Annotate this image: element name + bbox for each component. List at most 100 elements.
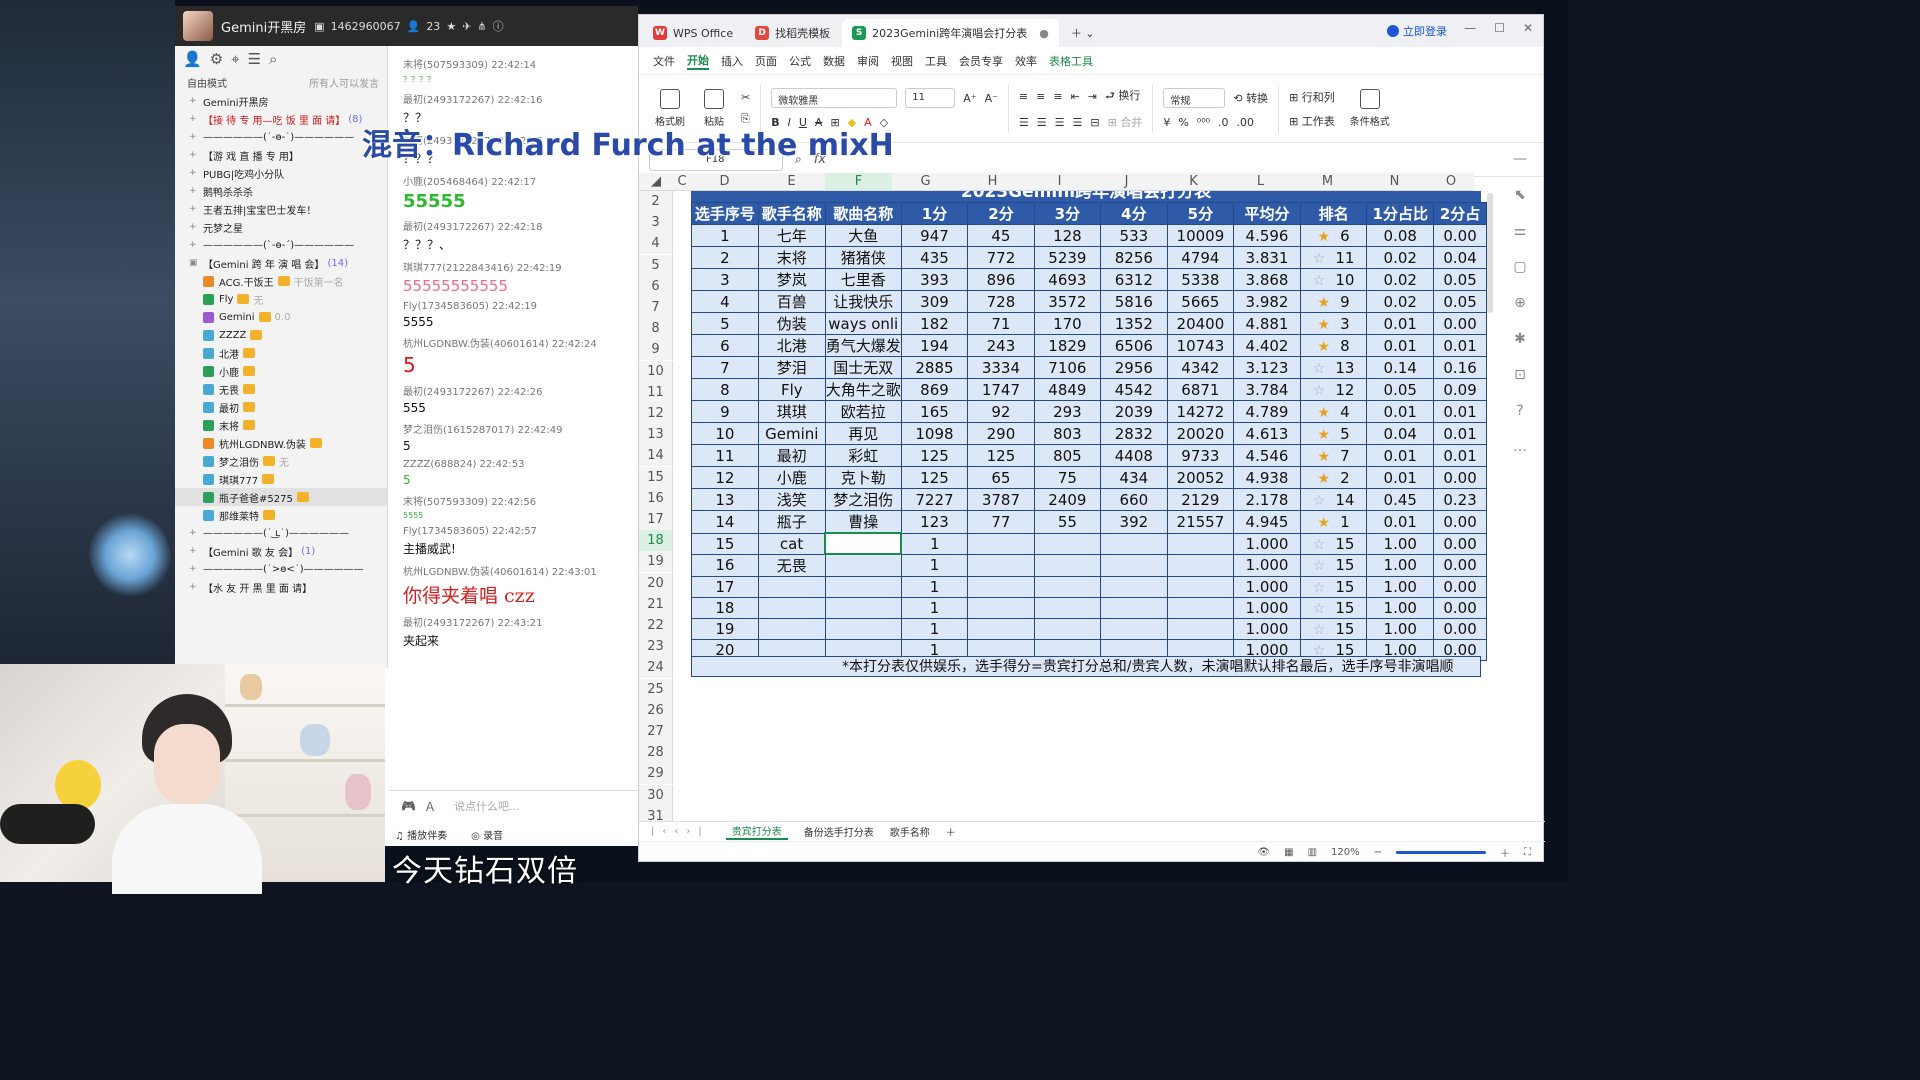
table-cell[interactable]: 1.000 xyxy=(1233,575,1301,598)
channel-item[interactable]: + PUBG|吃鸡小分队 xyxy=(175,164,387,182)
row-header[interactable]: 6 xyxy=(639,275,673,297)
table-cell[interactable] xyxy=(1166,553,1235,577)
table-cell[interactable]: 728 xyxy=(967,290,1035,313)
thousands-icon[interactable]: ⁰⁰⁰ xyxy=(1197,116,1210,129)
channel-item[interactable]: + 【游 戏 直 播 专 用】 xyxy=(175,146,387,164)
table-cell[interactable]: 16 xyxy=(691,553,759,577)
table-cell[interactable]: 7227 xyxy=(900,488,969,511)
add-sheet-button[interactable]: ＋ xyxy=(946,824,956,839)
vertical-scrollbar[interactable] xyxy=(1487,193,1493,313)
table-cell[interactable]: cat xyxy=(757,532,826,555)
table-cell[interactable]: 0.16 xyxy=(1433,356,1487,379)
table-cell[interactable]: 2129 xyxy=(1166,488,1235,511)
table-cell[interactable]: 2409 xyxy=(1033,488,1102,511)
header-cell[interactable]: 2分 xyxy=(967,202,1035,225)
channel-item[interactable]: + ——————(˙>ө<˙)—————— xyxy=(175,560,387,578)
table-cell[interactable]: 5816 xyxy=(1100,290,1168,313)
table-cell[interactable]: 4.938 xyxy=(1233,466,1301,489)
header-cell[interactable]: 3分 xyxy=(1033,202,1102,225)
notes-icon[interactable]: ☰ xyxy=(248,50,261,68)
table-cell[interactable]: 1.00 xyxy=(1366,575,1435,598)
table-cell[interactable]: ☆ 11 xyxy=(1299,246,1368,269)
room-user[interactable]: 末将 xyxy=(175,416,387,434)
table-cell[interactable]: 1.000 xyxy=(1233,618,1301,641)
row-header[interactable]: 29 xyxy=(639,763,673,785)
table-cell[interactable]: Fly xyxy=(757,378,826,401)
menu-item[interactable]: 开始 xyxy=(687,52,709,70)
indent-icon[interactable]: ⇤ xyxy=(1071,90,1080,103)
font-size-select[interactable]: 11 xyxy=(905,88,956,108)
normal-view-icon[interactable]: ▦ xyxy=(1284,847,1293,858)
translate-icon[interactable]: Ａ xyxy=(424,798,436,815)
row-header[interactable]: 11 xyxy=(639,381,673,403)
room-user[interactable]: Fly 无 xyxy=(175,290,387,308)
row-header[interactable]: 28 xyxy=(639,742,673,764)
number-format-select[interactable]: 常规 xyxy=(1163,88,1226,108)
table-cell[interactable]: 392 xyxy=(1100,510,1168,534)
table-cell[interactable]: ★ 8 xyxy=(1299,334,1368,357)
room-user[interactable]: 杭州LGDNBW.伪装 xyxy=(175,434,387,452)
table-cell[interactable]: 10743 xyxy=(1166,334,1235,357)
table-cell[interactable]: 896 xyxy=(967,268,1035,291)
page-view-icon[interactable]: ▥ xyxy=(1308,847,1317,858)
share-icon[interactable]: ⋔ xyxy=(477,20,486,33)
column-header[interactable]: C xyxy=(673,173,691,191)
percent-icon[interactable]: % xyxy=(1178,116,1188,129)
table-cell[interactable]: 3787 xyxy=(967,488,1035,511)
table-cell[interactable]: 4.596 xyxy=(1233,224,1301,247)
table-cell[interactable]: 71 xyxy=(967,312,1035,335)
table-cell[interactable]: 国士无双 xyxy=(824,356,902,379)
channel-item[interactable]: + 【接 待 专 用—吃 饭 里 面 请】 (8) xyxy=(175,110,387,128)
table-cell[interactable]: 4408 xyxy=(1100,444,1168,467)
table-cell[interactable]: 1829 xyxy=(1033,334,1102,357)
font-family-select[interactable]: 微软雅黑 xyxy=(771,88,898,108)
table-cell[interactable]: 5239 xyxy=(1033,246,1102,269)
merge-button[interactable]: ⊞ 合并 xyxy=(1108,114,1143,130)
table-cell[interactable]: 0.00 xyxy=(1433,618,1487,641)
header-cell[interactable]: 平均分 xyxy=(1233,202,1301,225)
menu-item[interactable]: 审阅 xyxy=(857,53,879,69)
align-right-icon[interactable]: ☰ xyxy=(1055,116,1065,129)
table-cell[interactable]: 0.01 xyxy=(1433,334,1487,357)
table-cell[interactable]: 75 xyxy=(1033,466,1102,489)
menu-item[interactable]: 页面 xyxy=(755,53,777,69)
table-cell[interactable] xyxy=(967,532,1035,555)
table-cell[interactable] xyxy=(757,596,826,620)
table-cell[interactable]: ★ 3 xyxy=(1299,312,1368,335)
more-icon[interactable]: … xyxy=(1513,439,1527,455)
align-bottom-icon[interactable]: ≡ xyxy=(1053,90,1062,103)
column-header[interactable]: K xyxy=(1160,173,1227,191)
menu-item[interactable]: 数据 xyxy=(823,53,845,69)
table-cell[interactable]: 805 xyxy=(1033,444,1102,467)
table-cell[interactable]: 1.00 xyxy=(1366,596,1435,620)
zoom-level[interactable]: 120% xyxy=(1331,847,1360,858)
header-cell[interactable]: 排名 xyxy=(1299,202,1368,225)
table-cell[interactable]: 6871 xyxy=(1166,378,1235,401)
table-cell[interactable]: 大鱼 xyxy=(824,224,902,247)
tab-wps-office[interactable]: W WPS Office xyxy=(643,19,743,47)
header-cell[interactable]: 歌手名称 xyxy=(757,202,826,225)
table-cell[interactable] xyxy=(824,575,902,598)
table-cell[interactable]: 北港 xyxy=(757,334,826,357)
tab-spreadsheet[interactable]: S 2023Gemini跨年演唱会打分表 ● xyxy=(842,19,1059,47)
sheet-tab-guest[interactable]: 贵宾打分表 xyxy=(725,823,788,840)
room-user[interactable]: 最初 xyxy=(175,398,387,416)
table-cell[interactable]: 欧若拉 xyxy=(824,400,902,423)
table-cell[interactable]: 6 xyxy=(691,334,759,357)
shrink-font-icon[interactable]: A⁻ xyxy=(985,92,998,105)
favorite-icon[interactable]: ★ xyxy=(446,20,456,33)
table-cell[interactable] xyxy=(1100,553,1168,577)
table-cell[interactable]: 0.05 xyxy=(1433,268,1487,291)
table-cell[interactable]: 309 xyxy=(900,290,969,313)
row-header[interactable]: 5 xyxy=(639,254,673,276)
table-cell[interactable] xyxy=(1033,596,1102,620)
table-cell[interactable]: 5665 xyxy=(1166,290,1235,313)
table-cell[interactable]: 194 xyxy=(900,334,969,357)
table-cell[interactable]: 让我快乐 xyxy=(824,290,902,313)
table-cell[interactable]: 8 xyxy=(691,378,759,401)
table-cell[interactable]: 2 xyxy=(691,246,759,269)
decimal-inc-icon[interactable]: .0 xyxy=(1218,116,1229,129)
table-cell[interactable]: 梦泪 xyxy=(757,356,826,379)
table-cell[interactable]: 0.08 xyxy=(1366,224,1435,247)
table-cell[interactable]: 1.00 xyxy=(1366,532,1435,555)
